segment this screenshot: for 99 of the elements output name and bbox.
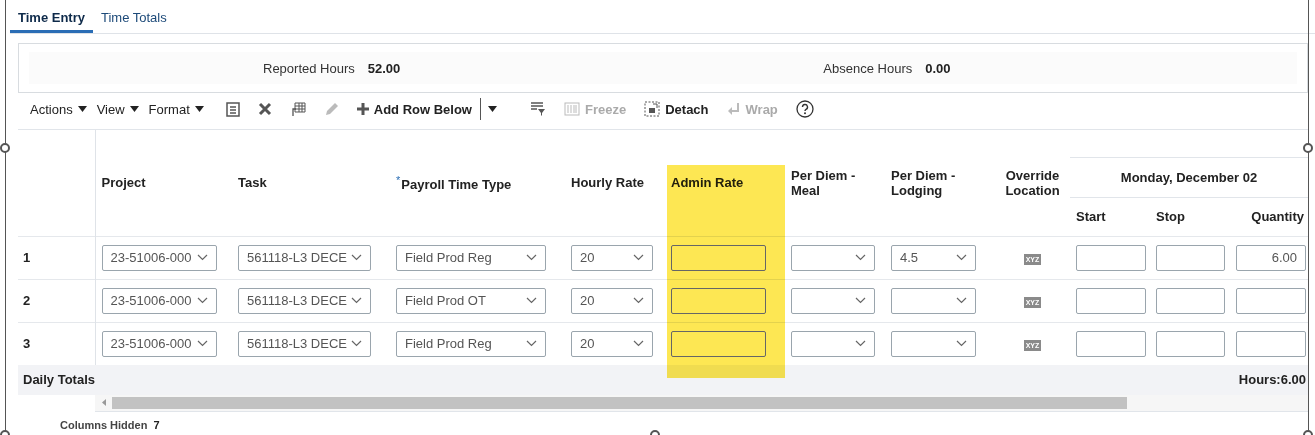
toolbar-button[interactable]: Add Row Below: [356, 101, 472, 117]
dropdown[interactable]: [891, 330, 976, 357]
summary-value: 0.00: [925, 60, 951, 76]
menu-button[interactable]: Format: [148, 101, 204, 117]
column-header: Project: [101, 175, 146, 191]
detach-icon: [644, 101, 661, 117]
column-header: Hourly Rate: [571, 175, 644, 191]
column-header: $^{*}$Payroll Time Type: [396, 176, 512, 192]
chevron-icon: [855, 254, 866, 261]
chevron-icon: [351, 340, 362, 347]
column-header: Stop: [1156, 209, 1185, 225]
column-header: Quantity: [1251, 209, 1304, 225]
dropdown[interactable]: 20: [571, 287, 653, 314]
menu-button[interactable]: Actions: [30, 101, 87, 117]
footer-label: Columns Hidden: [60, 418, 148, 431]
chevron-icon: [956, 297, 967, 304]
input-field[interactable]: [1236, 287, 1306, 314]
input-field[interactable]: [671, 287, 766, 314]
dropdown[interactable]: Field Prod Reg: [396, 244, 546, 271]
toolbar-icon-button[interactable]: [257, 102, 272, 116]
dropdown[interactable]: 561118-L3 DECE: [238, 244, 371, 271]
summary-label: Reported Hours: [263, 60, 355, 76]
footer-value: 7: [153, 418, 160, 431]
column-header: Task: [238, 175, 267, 191]
row-number: 1: [23, 250, 31, 265]
menu-button[interactable]: View: [96, 101, 139, 117]
chevron-icon: [633, 340, 644, 347]
column-header: Start: [1076, 209, 1106, 225]
chevron-icon: [351, 254, 362, 261]
delete-icon: [257, 102, 272, 116]
totals-hours: Hours:6.00: [1238, 372, 1306, 387]
dropdown[interactable]: [791, 244, 875, 271]
caret-icon: [488, 106, 497, 112]
dropdown[interactable]: [791, 330, 875, 357]
table-icon: [289, 101, 306, 117]
chevron-icon: [196, 297, 208, 304]
chevron-icon: [196, 340, 208, 347]
dropdown[interactable]: 23-51006-000: [101, 287, 217, 314]
summary-label: Absence Hours: [823, 60, 913, 76]
pencil-icon: [323, 101, 339, 117]
input-field[interactable]: [671, 244, 766, 271]
scroll-left-icon[interactable]: [101, 399, 106, 406]
dropdown[interactable]: 23-51006-000: [101, 244, 217, 271]
input-field[interactable]: [671, 330, 766, 357]
caret-icon: [77, 106, 87, 112]
chevron-icon: [196, 254, 208, 261]
chevron-icon: [956, 340, 967, 347]
toolbar-button[interactable]: Detach: [644, 101, 709, 117]
dropdown[interactable]: 20: [571, 244, 653, 271]
row-number: 3: [23, 336, 31, 351]
list-icon: [225, 101, 240, 117]
resize-handle[interactable]: [1303, 143, 1313, 153]
dropdown[interactable]: 561118-L3 DECE: [238, 287, 371, 314]
chevron-icon: [855, 297, 866, 304]
plus-icon: [356, 103, 369, 115]
day-header: Monday, December 02: [1120, 170, 1258, 185]
wrap-icon: [726, 102, 741, 116]
column-header: Admin Rate: [671, 175, 744, 191]
chevron-icon: [855, 340, 866, 347]
chevron-icon: [351, 297, 362, 304]
dropdown[interactable]: 4.5: [891, 244, 976, 271]
help-icon: [795, 100, 814, 118]
summary-value: 52.00: [367, 60, 401, 76]
totals-label: Daily Totals: [23, 372, 95, 387]
column-header: Override Location: [1005, 167, 1060, 198]
input-field[interactable]: [1076, 244, 1146, 271]
dropdown[interactable]: [791, 287, 875, 314]
freeze-icon: [564, 102, 580, 116]
input-field[interactable]: [1156, 330, 1225, 357]
dropdown[interactable]: Field Prod OT: [396, 287, 546, 314]
dropdown[interactable]: [891, 287, 976, 314]
resize-handle[interactable]: [0, 143, 10, 153]
chevron-icon: [633, 297, 644, 304]
chevron-icon: [526, 340, 537, 347]
dropdown[interactable]: 20: [571, 330, 653, 357]
dropdown[interactable]: 561118-L3 DECE: [238, 330, 371, 357]
input-field[interactable]: [1076, 287, 1146, 314]
chevron-icon: [526, 254, 537, 261]
input-field[interactable]: [1076, 330, 1146, 357]
input-field[interactable]: [1236, 330, 1306, 357]
input-field[interactable]: [1156, 244, 1225, 271]
chevron-icon: [633, 254, 644, 261]
scrollbar-thumb[interactable]: [112, 396, 1127, 409]
tab[interactable]: Time Totals: [92, 0, 175, 33]
toolbar-icon-button[interactable]: [795, 100, 814, 118]
row-number: 2: [23, 293, 31, 308]
filter-icon: [530, 101, 546, 117]
column-header: Per Diem - Lodging: [891, 167, 956, 198]
chevron-icon: [956, 254, 967, 261]
dropdown[interactable]: Field Prod Reg: [396, 330, 546, 357]
input-field[interactable]: [1156, 287, 1225, 314]
tab[interactable]: Time Entry: [10, 0, 93, 33]
column-header: Per Diem - Meal: [791, 167, 856, 198]
toolbar-icon-button[interactable]: [530, 101, 546, 117]
caret-icon: [129, 106, 139, 112]
input-field[interactable]: 6.00: [1236, 244, 1306, 271]
caret-icon: [194, 106, 204, 112]
dropdown[interactable]: 23-51006-000: [101, 330, 217, 357]
chevron-icon: [526, 297, 537, 304]
